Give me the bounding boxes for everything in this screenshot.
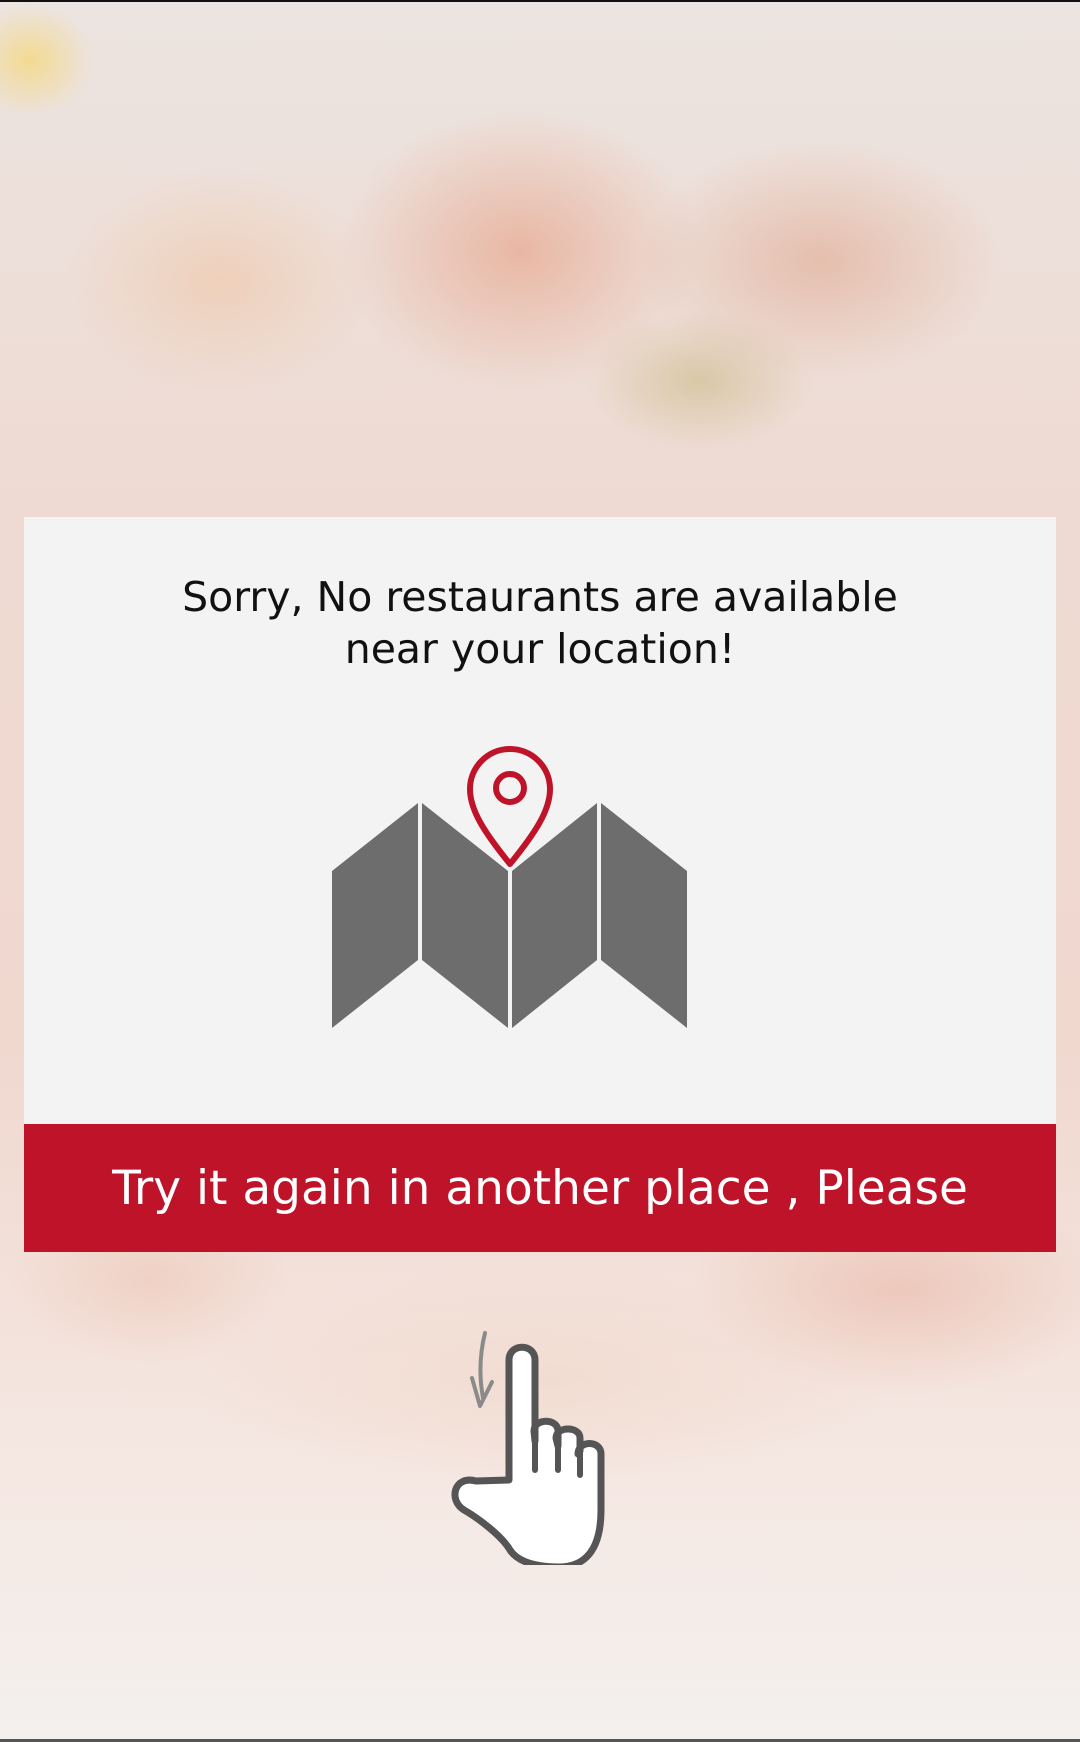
location-pin-icon [467, 746, 553, 867]
message-line-2: near your location! [344, 625, 736, 673]
message-line-1: Sorry, No restaurants are available [182, 573, 898, 621]
no-restaurants-dialog: Sorry, No restaurants are available near… [24, 517, 1056, 1252]
try-again-button[interactable]: Try it again in another place , Please [24, 1124, 1056, 1252]
hand-tap-icon [451, 1331, 605, 1565]
map-with-pin-icon [332, 746, 687, 1028]
no-restaurants-message: Sorry, No restaurants are available near… [24, 571, 1056, 675]
top-divider [0, 0, 1080, 2]
